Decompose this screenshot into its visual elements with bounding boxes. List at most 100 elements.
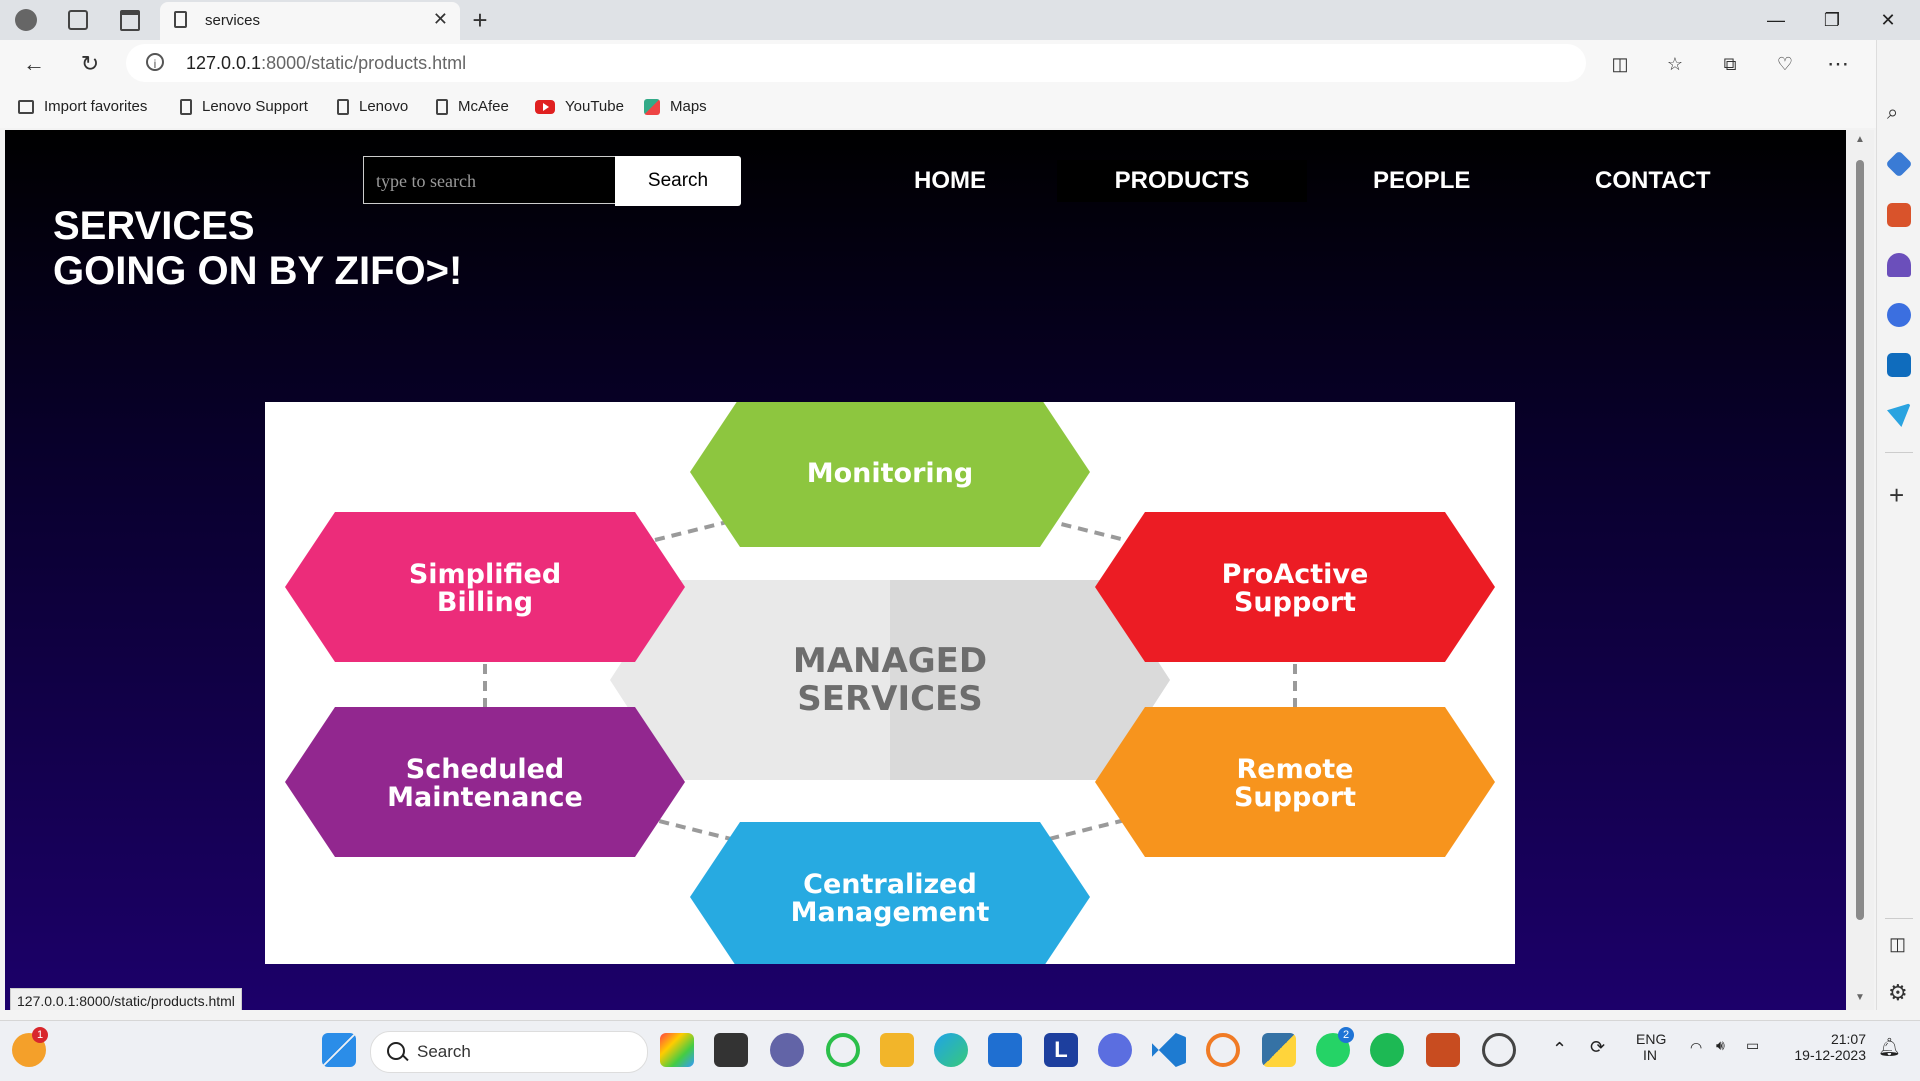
clock-app-icon[interactable]: [1482, 1033, 1516, 1067]
whatsapp-icon[interactable]: 2: [1316, 1027, 1354, 1067]
more-menu-icon[interactable]: ⋯: [1818, 44, 1858, 84]
region-code: IN: [1643, 1047, 1657, 1063]
clock[interactable]: 21:07 19-12-2023: [1786, 1031, 1866, 1063]
service-node: Monitoring: [690, 397, 1090, 547]
favorite-maps[interactable]: Maps: [644, 98, 707, 115]
profile-icon[interactable]: [6, 0, 46, 40]
vscode-icon[interactable]: [1152, 1033, 1186, 1067]
back-icon[interactable]: ←: [14, 44, 54, 84]
scroll-up-icon[interactable]: ▲: [1855, 134, 1865, 145]
restore-icon[interactable]: ❐: [1804, 0, 1860, 40]
nav-products[interactable]: PRODUCTS: [1057, 160, 1307, 202]
jupyter-icon[interactable]: [1206, 1033, 1240, 1067]
page-viewport: type to search Search HOME PRODUCTS PEOP…: [5, 130, 1846, 1010]
chevron-up-icon[interactable]: ⌃: [1552, 1039, 1567, 1060]
nav-people[interactable]: PEOPLE: [1373, 160, 1470, 202]
scroll-down-icon[interactable]: ▼: [1855, 992, 1865, 1003]
page-scrollbar[interactable]: ▲ ▼: [1846, 130, 1874, 1010]
tools-briefcase-icon[interactable]: [1887, 203, 1911, 227]
connector-line: [1044, 518, 1126, 542]
wifi-icon[interactable]: ◠: [1690, 1039, 1702, 1056]
favorite-mcafee[interactable]: McAfee: [436, 98, 509, 115]
browser-essentials-icon[interactable]: ♡: [1765, 44, 1805, 84]
vertical-tabs-icon[interactable]: [110, 0, 150, 40]
favorite-label: Maps: [670, 98, 707, 115]
language-indicator[interactable]: ENG IN: [1636, 1031, 1666, 1063]
browser-tab[interactable]: services ✕: [160, 2, 460, 40]
store-icon[interactable]: [988, 1033, 1022, 1067]
collections-icon[interactable]: ⧉: [1710, 44, 1750, 84]
service-node-label: Management: [791, 897, 990, 928]
moodle-icon[interactable]: [1426, 1033, 1460, 1067]
service-node: RemoteSupport: [1095, 707, 1495, 857]
sidebar-divider: [1885, 918, 1913, 919]
window-close-icon[interactable]: ✕: [1860, 0, 1916, 40]
status-url: 127.0.0.1:8000/static/products.html: [10, 988, 242, 1010]
address-bar[interactable]: i 127.0.0.1:8000/static/products.html: [126, 44, 1586, 82]
task-view-icon[interactable]: [714, 1033, 748, 1067]
games-icon[interactable]: [1887, 253, 1911, 277]
favorite-youtube[interactable]: YouTube: [535, 98, 624, 115]
service-node-label: Support: [1234, 587, 1356, 618]
arc-icon[interactable]: [1098, 1033, 1132, 1067]
page-icon: [337, 98, 349, 115]
page-icon: [436, 98, 448, 115]
favorite-import[interactable]: Import favorites: [18, 98, 147, 115]
battery-icon[interactable]: ▭: [1746, 1037, 1759, 1054]
windows-start-icon[interactable]: [322, 1033, 356, 1067]
nav-contact[interactable]: CONTACT: [1595, 160, 1711, 202]
outlook-icon[interactable]: [1887, 353, 1911, 377]
volume-icon[interactable]: 🔊︎: [1716, 1037, 1725, 1054]
import-icon: [18, 99, 34, 114]
notification-badge: 2: [1338, 1027, 1354, 1043]
edge-icon[interactable]: [934, 1033, 968, 1067]
edge-sidebar: ⌕ + ◫ ⚙: [1876, 40, 1920, 1010]
app-ring-icon[interactable]: [826, 1033, 860, 1067]
python-icon[interactable]: [1262, 1033, 1296, 1067]
service-node-label: Simplified: [409, 559, 561, 590]
search-icon[interactable]: ⌕: [1887, 102, 1898, 125]
connector-line: [654, 818, 736, 842]
scrollbar-thumb[interactable]: [1856, 160, 1864, 920]
copilot-preview-icon[interactable]: [660, 1033, 694, 1067]
refresh-icon[interactable]: ↻: [70, 44, 110, 84]
lenovo-l-icon[interactable]: L: [1044, 1033, 1078, 1067]
workspaces-icon[interactable]: [58, 0, 98, 40]
sidebar-toggle-icon[interactable]: ◫: [1889, 934, 1906, 955]
page-icon: [174, 11, 187, 28]
site-info-icon[interactable]: i: [146, 53, 164, 71]
search-icon: [387, 1042, 405, 1060]
service-node: SimplifiedBilling: [285, 512, 685, 662]
center-label: MANAGED: [793, 641, 987, 681]
service-node: CentralizedManagement: [690, 822, 1090, 972]
minimize-icon[interactable]: —: [1748, 0, 1804, 40]
service-node-label: Scheduled: [406, 754, 564, 785]
split-screen-icon[interactable]: ◫: [1600, 44, 1640, 84]
favorite-lenovo-support[interactable]: Lenovo Support: [180, 98, 308, 115]
search-button[interactable]: Search: [615, 156, 741, 206]
nav-home[interactable]: HOME: [914, 160, 986, 202]
notification-bell-icon[interactable]: 🔔︎: [1878, 1037, 1901, 1058]
file-explorer-icon[interactable]: [880, 1033, 914, 1067]
service-node-label: Monitoring: [807, 458, 973, 489]
teams-icon[interactable]: [770, 1033, 804, 1067]
drop-icon[interactable]: [1887, 403, 1911, 427]
shopping-tag-icon[interactable]: [1885, 150, 1913, 178]
sync-icon[interactable]: ⟳: [1590, 1037, 1605, 1058]
page-icon: [180, 98, 192, 115]
close-tab-icon[interactable]: ✕: [433, 9, 448, 30]
service-node-label: Support: [1234, 782, 1356, 813]
settings-gear-icon[interactable]: ⚙: [1888, 980, 1908, 1006]
new-tab-icon[interactable]: +: [460, 0, 500, 40]
search-input[interactable]: type to search: [363, 156, 615, 204]
add-icon[interactable]: +: [1889, 480, 1904, 511]
weather-icon[interactable]: 1: [12, 1027, 48, 1067]
favorite-lenovo[interactable]: Lenovo: [337, 98, 408, 115]
service-node-label: Remote: [1236, 754, 1353, 785]
spotify-icon[interactable]: [1370, 1033, 1404, 1067]
microsoft-365-icon[interactable]: [1887, 303, 1911, 327]
page-heading: SERVICES GOING ON BY ZIFO>!: [53, 204, 462, 294]
heading-line: GOING ON BY ZIFO>!: [53, 249, 463, 293]
favorites-icon[interactable]: ☆: [1655, 44, 1695, 84]
taskbar-search[interactable]: Search: [370, 1031, 648, 1073]
